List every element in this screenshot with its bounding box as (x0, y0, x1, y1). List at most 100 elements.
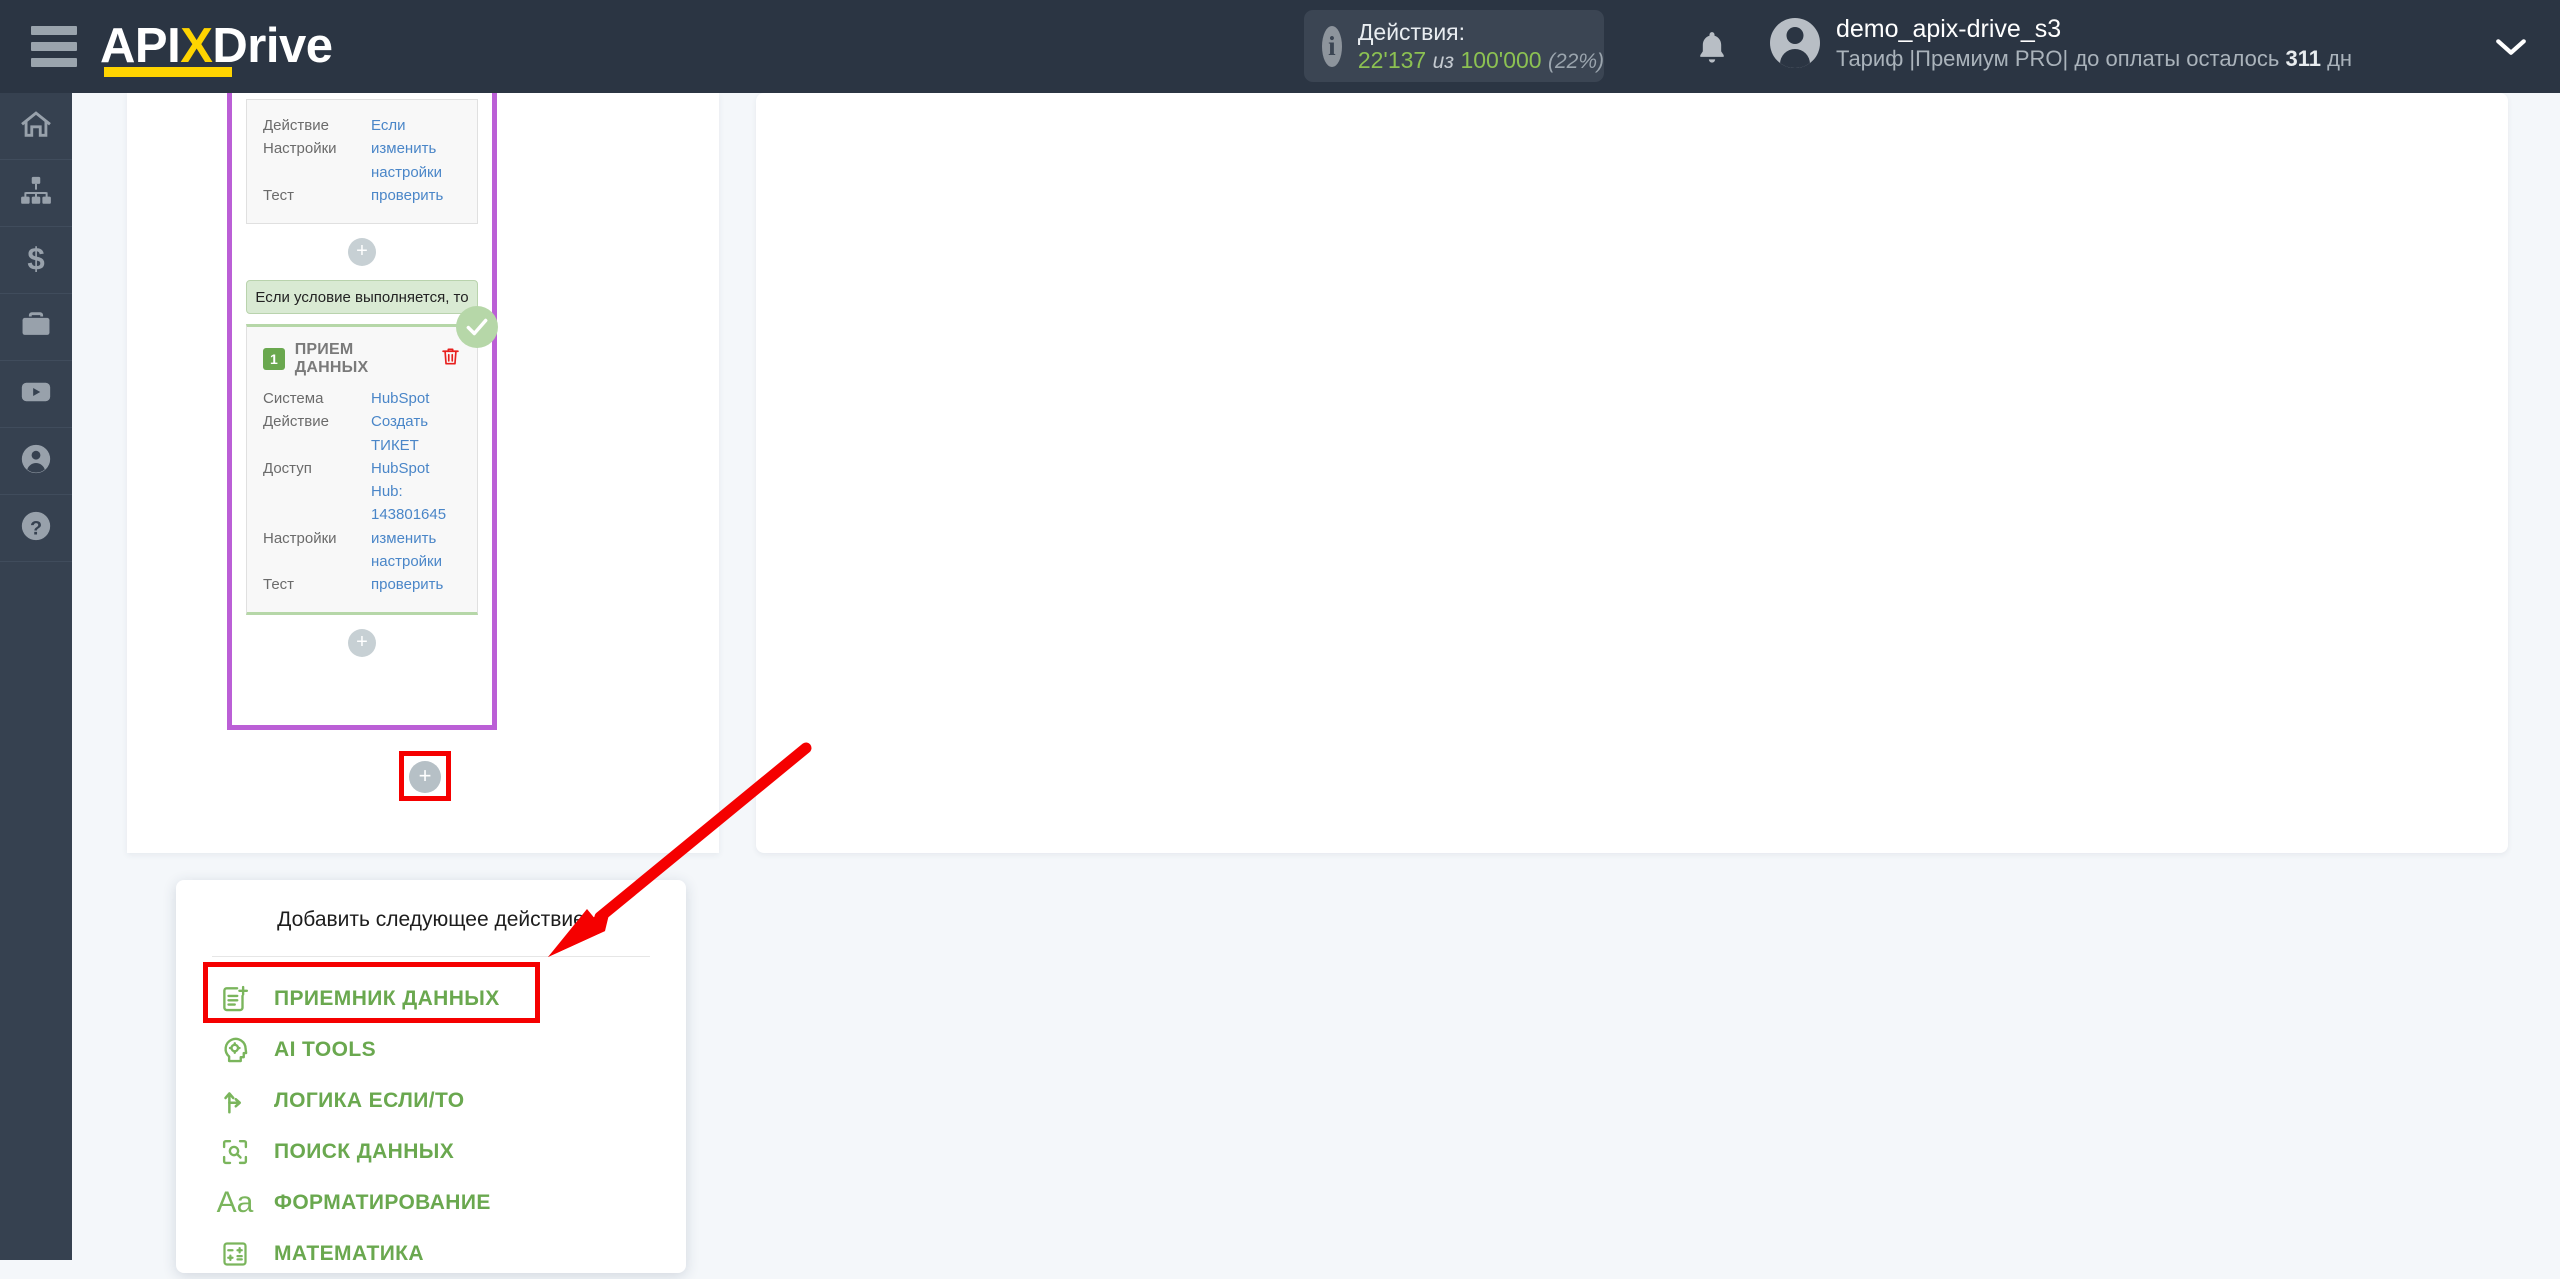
row-value[interactable]: проверить (371, 184, 443, 207)
row-key: Доступ (263, 459, 312, 477)
row-key: Действие (263, 117, 329, 134)
if-branch-group: Действие Если Настройки изменить настрой… (227, 93, 498, 730)
trash-icon[interactable] (440, 345, 461, 373)
document-plus-icon (218, 982, 252, 1016)
add-step-inside-bottom-button[interactable]: + (348, 629, 376, 658)
receiver-node-card: 1 ПРИЕМ ДАННЫХ Система HubSpot Действие (246, 306, 498, 616)
text-format-icon: Aa (216, 1185, 254, 1219)
row: Действие Создать ТИКЕТ (263, 410, 461, 457)
svg-text:$: $ (27, 241, 44, 275)
ai-head-gear-icon (218, 1033, 252, 1067)
account-plan: Тариф |Премиум PRO| до оплаты осталось 3… (1836, 45, 2352, 73)
main-content-panel (756, 93, 2508, 853)
quota-percent: (22%) (1547, 49, 1604, 73)
calculator-icon (218, 1237, 252, 1271)
svg-text:?: ? (30, 517, 42, 539)
hamburger-bar (31, 58, 77, 67)
home-icon (19, 107, 53, 146)
menu-item-label: ПОИСК ДАННЫХ (274, 1139, 455, 1163)
menu-list: ПРИЕМНИК ДАННЫХ AI TOOLS ЛОГИКА ЕСЛИ/ТО … (176, 957, 686, 1279)
row-key: Тест (263, 576, 295, 593)
sidebar-item-billing[interactable]: $ (0, 227, 72, 294)
receiver-card-header: 1 ПРИЕМ ДАННЫХ (263, 341, 461, 377)
row: Система HubSpot (263, 387, 461, 410)
search-scan-icon (218, 1135, 252, 1169)
account-name: demo_apix-drive_s3 (1836, 15, 2062, 43)
if-node-card: Действие Если Настройки изменить настрой… (246, 99, 478, 224)
menu-item-label: ФОРМАТИРОВАНИЕ (274, 1190, 491, 1214)
row-value[interactable]: HubSpot (371, 387, 429, 410)
plan-suffix: дн (2320, 46, 2353, 72)
condition-banner: Если условие выполняется, то (246, 280, 478, 314)
user-icon (19, 442, 53, 481)
plan-days: 311 (2285, 46, 2321, 72)
left-icon-rail: $ ? (0, 93, 72, 1260)
user-avatar-icon (1770, 18, 1820, 69)
menu-item-receiver[interactable]: ПРИЕМНИК ДАННЫХ (176, 973, 686, 1024)
sidebar-item-profile[interactable] (0, 428, 72, 495)
menu-item-search-data[interactable]: ПОИСК ДАННЫХ (176, 1126, 686, 1177)
flow-column-card: Действие Если Настройки изменить настрой… (127, 93, 719, 853)
sidebar-item-video[interactable] (0, 361, 72, 428)
hamburger-bar (31, 26, 77, 35)
chevron-down-icon[interactable] (2494, 36, 2528, 63)
account-menu[interactable]: demo_apix-drive_s3 Тариф |Премиум PRO| д… (1770, 14, 2352, 73)
notification-bell-icon[interactable] (1693, 28, 1731, 68)
quota-total: 100'000 (1460, 46, 1542, 73)
if-node-rows: Действие Если Настройки изменить настрой… (263, 114, 461, 207)
branch-arrow-icon (218, 1084, 252, 1118)
hamburger-menu-icon[interactable] (18, 26, 90, 67)
actions-quota-value: 22'137 из 100'000 (22%) (1358, 46, 1604, 75)
hamburger-bar (31, 42, 77, 51)
sitemap-icon (19, 174, 53, 213)
row-key: Действие (263, 413, 329, 431)
menu-item-label: AI TOOLS (274, 1037, 376, 1061)
row-value[interactable]: проверить (371, 573, 443, 596)
row-value[interactable]: HubSpot Hub: 143801645 (371, 457, 461, 527)
sidebar-item-services[interactable] (0, 294, 72, 361)
menu-item-ai-tools[interactable]: AI TOOLS (176, 1024, 686, 1075)
actions-quota-title: Действия: (1357, 18, 1466, 45)
info-icon: i (1322, 25, 1342, 67)
menu-item-label: ПРИЕМНИК ДАННЫХ (274, 986, 500, 1010)
menu-item-formatting[interactable]: Aa ФОРМАТИРОВАНИЕ (176, 1177, 686, 1228)
menu-item-math[interactable]: МАТЕМАТИКА (176, 1228, 686, 1279)
top-header-bar: APIXDrive i Действия: 22'137 из 100'000 … (0, 0, 2560, 93)
row-value[interactable]: Если (371, 114, 405, 137)
row-value[interactable]: изменить настройки (371, 527, 461, 574)
quota-separator: из (1432, 49, 1455, 73)
row-key: Настройки (263, 140, 337, 158)
sidebar-item-home[interactable] (0, 93, 72, 160)
apix-drive-logo[interactable]: APIXDrive (100, 19, 333, 77)
actions-quota-badge[interactable]: i Действия: 22'137 из 100'000 (22%) (1304, 10, 1604, 82)
row: Тест проверить (263, 184, 461, 207)
menu-item-logic-if-then[interactable]: ЛОГИКА ЕСЛИ/ТО (176, 1075, 686, 1126)
sidebar-item-connections[interactable] (0, 160, 72, 227)
check-circle-icon (456, 306, 498, 348)
workspace-canvas: Действие Если Настройки изменить настрой… (72, 93, 2560, 1273)
row: Настройки изменить настройки (263, 137, 461, 184)
logo-text: APIXDrive (100, 19, 333, 73)
receiver-card-title: ПРИЕМ ДАННЫХ (294, 341, 369, 376)
quota-used: 22'137 (1357, 46, 1427, 73)
row-key: Тест (263, 186, 295, 204)
sidebar-item-help[interactable]: ? (0, 495, 72, 562)
add-next-action-menu: Добавить следующее действие ПРИЕМНИК ДАН… (176, 880, 686, 1273)
row-value[interactable]: изменить настройки (371, 137, 461, 184)
receiver-node-rows: Система HubSpot Действие Создать ТИКЕТ Д… (263, 387, 461, 596)
row: Доступ HubSpot Hub: 143801645 (263, 457, 461, 527)
step-number-badge: 1 (263, 348, 285, 370)
row: Настройки изменить настройки (263, 527, 461, 574)
briefcase-icon (19, 308, 53, 347)
row-key: Система (263, 390, 324, 407)
row-key: Настройки (263, 529, 337, 547)
row-value[interactable]: Создать ТИКЕТ (371, 410, 461, 457)
add-step-inside-top-button[interactable]: + (348, 238, 376, 266)
menu-title: Добавить следующее действие (277, 908, 585, 931)
logo-underline (104, 67, 232, 77)
row: Тест проверить (263, 573, 461, 596)
row: Действие Если (263, 114, 461, 137)
menu-item-label: ЛОГИКА ЕСЛИ/ТО (274, 1088, 465, 1112)
plan-prefix: Тариф |Премиум PRO| до оплаты осталось (1836, 46, 2286, 72)
add-next-action-button[interactable]: + (409, 761, 441, 793)
